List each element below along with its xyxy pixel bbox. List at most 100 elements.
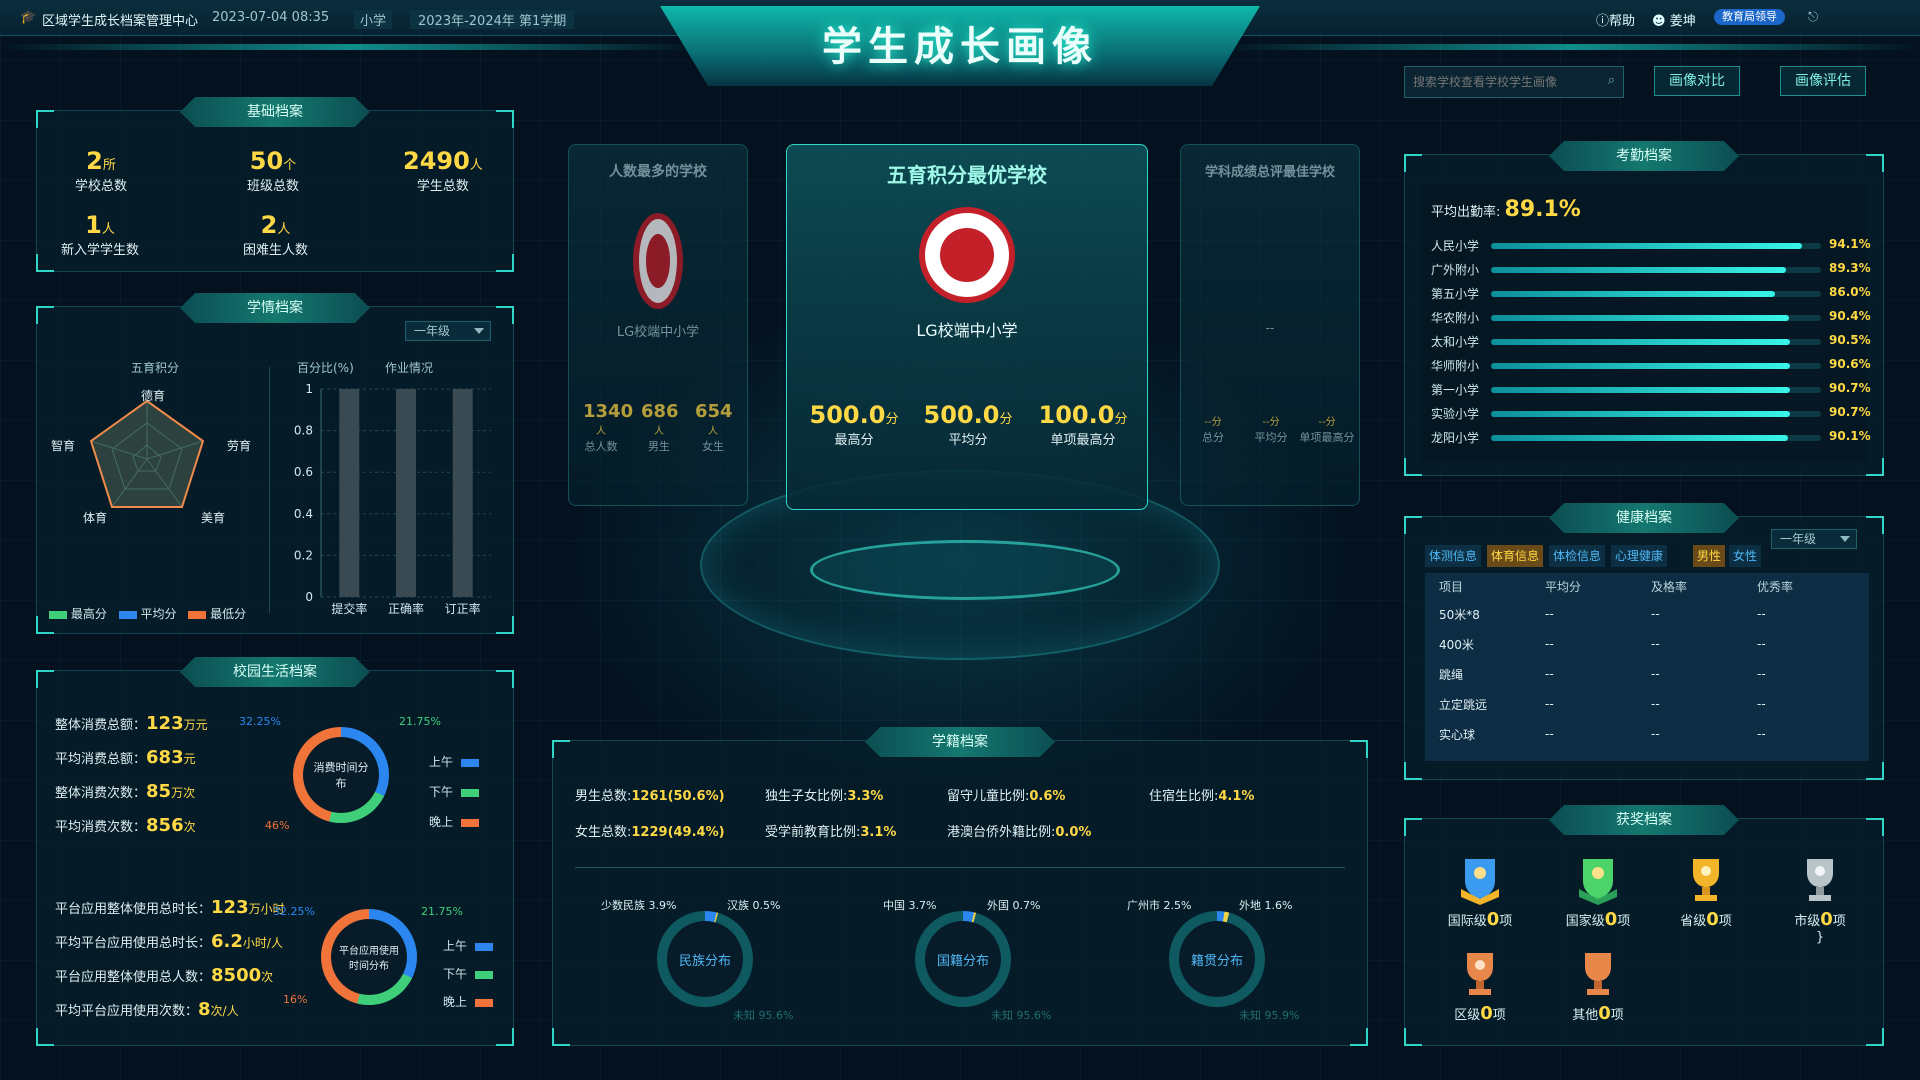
compare-button[interactable]: 画像对比	[1654, 66, 1740, 96]
stat-students: 2490人 学生总数	[403, 147, 483, 194]
radar-axis-label: 体育	[83, 511, 108, 525]
award-label: 省级	[1680, 914, 1707, 929]
stat-unit: 分	[999, 412, 1013, 427]
card-stat: --分 单项最高分	[1299, 413, 1355, 445]
award-other[interactable]: 其他0项	[1553, 949, 1643, 1024]
award-count: 0	[1480, 1003, 1493, 1024]
legend-afternoon: 下午	[429, 783, 480, 800]
award-international[interactable]: 国际级0项	[1435, 855, 1525, 930]
evaluate-button[interactable]: 画像评估	[1780, 66, 1866, 96]
tab-female[interactable]: 女性	[1729, 545, 1762, 567]
stat-value: 50	[249, 147, 284, 175]
award-city[interactable]: 市级0项 }	[1775, 855, 1865, 945]
donut-label: 广州市 2.5%	[1127, 899, 1192, 912]
tab-mental[interactable]: 心理健康	[1611, 545, 1668, 567]
stat-label: 困难生人数	[243, 243, 309, 258]
tab-male[interactable]: 男性	[1693, 545, 1726, 567]
stat-label: 留守儿童比例:	[947, 789, 1030, 804]
stat-value: 2490	[403, 147, 470, 175]
avg-value: 89.1%	[1504, 197, 1581, 222]
bar-fill	[1491, 315, 1790, 321]
school-card-main[interactable]: 五育积分最优学校 LG校端中小学 500.0分 最高分 500.0分 平均分 100…	[786, 144, 1148, 510]
table-row: 实心球 -- -- --	[1425, 719, 1869, 749]
row-label: 平均平台应用使用次数：	[55, 1004, 199, 1019]
school-name: 第五小学	[1431, 287, 1480, 301]
tab-checkup[interactable]: 体检信息	[1549, 545, 1606, 567]
table-cell: --	[1757, 607, 1766, 621]
stat-value: 500.0	[923, 401, 1000, 429]
table-cell: 400米	[1439, 637, 1474, 652]
y-tick-label: 0.4	[294, 507, 313, 521]
stat-value: 1229(49.4%)	[631, 825, 725, 840]
bar-fill	[1491, 243, 1802, 249]
award-district[interactable]: 区级0项	[1435, 949, 1525, 1024]
legend-evening: 晚上	[429, 813, 480, 830]
award-count: 0	[1486, 909, 1500, 930]
card-heading: 五育积分最优学校	[887, 163, 1047, 187]
stat-unit: 所	[102, 158, 116, 173]
school-card-left[interactable]: 人数最多的学校 LG校端中小学 1340 人 总人数 686 人 男生 654 人 女生	[568, 144, 748, 506]
stat-unit: 人	[469, 158, 483, 173]
table-cell: --	[1651, 607, 1660, 621]
legend-swatch-max	[49, 610, 67, 619]
stat-label: 班级总数	[247, 179, 300, 194]
x-tick-label: 订正率	[445, 601, 481, 616]
legend-label: 下午	[429, 785, 454, 799]
trophy-icon	[1807, 859, 1833, 901]
search-box[interactable]: ⌕	[1404, 66, 1624, 98]
donut-label-afternoon: 21.75%	[421, 905, 463, 918]
y-tick-label: 0.2	[294, 548, 313, 562]
tab-body-test[interactable]: 体测信息	[1425, 545, 1482, 567]
radar-legend: 最高分 平均分 最低分	[49, 605, 246, 622]
basic-panel: 基础档案 2所 学校总数 50个 班级总数 2490人 学生总数 1人 新入学学…	[36, 97, 514, 272]
grade-select-value: 一年级	[414, 324, 451, 338]
award-national[interactable]: 国家级0项	[1553, 855, 1643, 930]
bar-提交率	[339, 389, 360, 597]
donut-label: 中国 3.7%	[883, 899, 937, 912]
tab-sports[interactable]: 体育信息	[1487, 545, 1544, 567]
search-icon[interactable]: ⌕	[1608, 73, 1615, 88]
radar-axis-label: 智育	[51, 439, 76, 453]
term-select[interactable]: 2023年-2024年 第1学期	[410, 10, 575, 29]
role-badge[interactable]: 教育局领导	[1714, 9, 1785, 25]
logout-icon[interactable]: ⎋	[1808, 10, 1818, 25]
basic-title: 基础档案	[180, 97, 370, 127]
stat-label: 总人数	[584, 440, 618, 453]
award-provincial[interactable]: 省级0项	[1661, 855, 1751, 930]
user-avatar[interactable]: ☻ 姜坤	[1652, 10, 1696, 29]
y-tick-label: 1	[305, 382, 313, 396]
stat-unit: 分	[885, 412, 899, 427]
award-label: 区级	[1454, 1008, 1481, 1023]
legend-swatch-avg	[118, 610, 137, 619]
row-unit: 小时/人	[242, 936, 283, 950]
help-link[interactable]: ⓘ帮助	[1596, 10, 1635, 29]
trophy-icon	[1693, 859, 1719, 901]
rate-value: 90.6%	[1829, 357, 1871, 371]
stat-label: 新入学学生数	[61, 243, 140, 258]
grade-select[interactable]: 一年级	[405, 321, 491, 341]
level-select[interactable]: 小学	[354, 10, 393, 29]
bar-fill	[1491, 267, 1786, 273]
stat-label: 单项最高分	[1050, 433, 1116, 448]
search-input[interactable]	[1405, 67, 1595, 97]
row-value: 8	[198, 999, 211, 1020]
school-name: 华农附小	[1431, 311, 1480, 325]
stat-label: 女生	[702, 440, 724, 453]
row-value: 683	[146, 747, 184, 768]
row-unit: 万元	[183, 718, 208, 732]
donut-center-label: 消费时间分布	[303, 737, 379, 813]
school-name: 华师附小	[1431, 359, 1480, 373]
table-row: 50米*8 -- -- --	[1425, 599, 1869, 629]
stat-unit: 个	[283, 158, 297, 173]
stat-value: 1261(50.6%)	[631, 789, 725, 804]
avg-label: 平均出勤率:	[1431, 205, 1501, 220]
stat-unit: 分	[1211, 417, 1222, 428]
school-card-right[interactable]: 学科成绩总评最佳学校 -- --分 总分 --分 平均分 --分 单项最高分	[1180, 144, 1360, 506]
legend-label: 平均分	[140, 607, 177, 621]
xueji-stat: 女生总数:1229(49.4%)	[575, 821, 725, 840]
rate-value: 90.4%	[1829, 309, 1871, 323]
page-title: 学生成长画像	[822, 24, 1098, 70]
donut-label-morning: 32.25%	[273, 905, 315, 918]
attendance-row: 实验小学 90.7%	[1431, 403, 1871, 423]
stat-value: 500.0	[809, 401, 886, 429]
